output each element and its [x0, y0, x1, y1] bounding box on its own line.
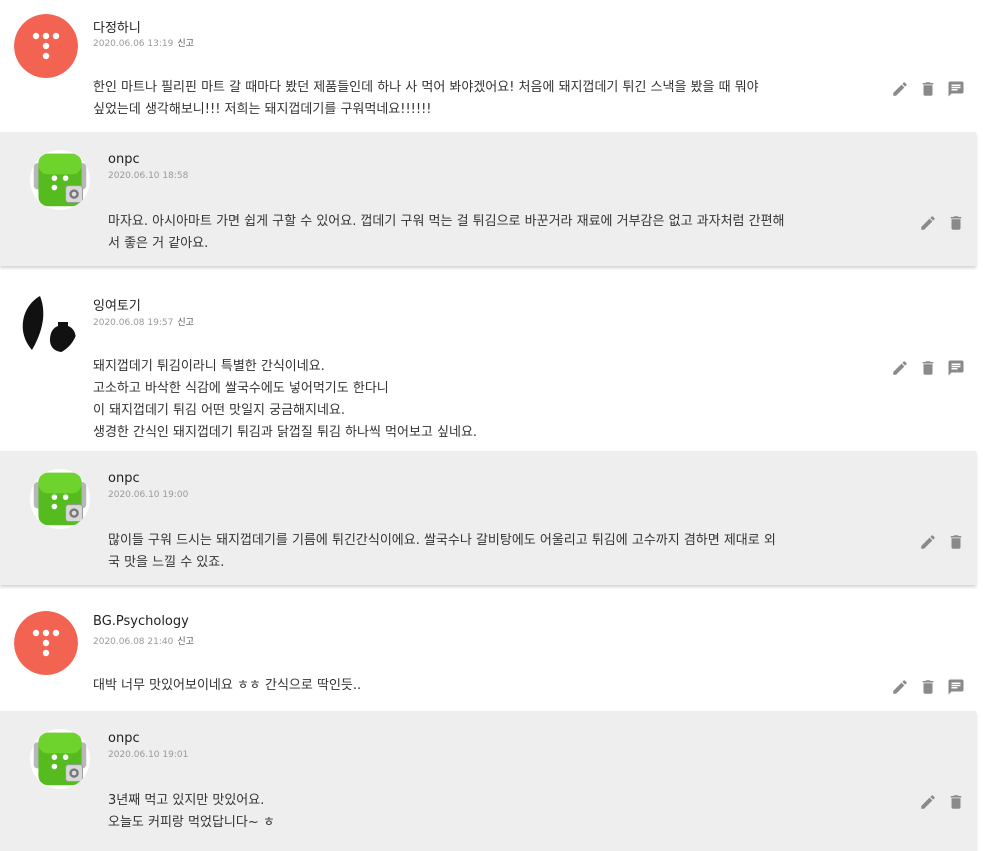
comment-icon[interactable]	[947, 359, 965, 377]
pin-avatar-icon	[14, 14, 78, 78]
reply-actions	[919, 214, 965, 232]
pencil-icon[interactable]	[891, 359, 909, 377]
report-link[interactable]: 신고	[177, 39, 194, 49]
pencil-icon[interactable]	[919, 214, 937, 232]
reply: onpc 2020.06.10 19:01 3년째 먹고 있지만 맛있어요. 오…	[0, 711, 976, 851]
reply-text: 3년째 먹고 있지만 맛있어요. 오늘도 커피랑 먹었답니다~ ㅎ	[108, 793, 275, 830]
comment-actions	[891, 678, 965, 696]
comment-date: 2020.06.08 19:57	[93, 318, 174, 328]
comment-text: 한인 마트나 필리핀 마트 갈 때마다 봤던 제품들인데 하나 사 먹어 봐야겠…	[93, 80, 759, 117]
reply-date: 2020.06.10 19:01	[108, 750, 189, 760]
robot-avatar-icon	[30, 469, 90, 529]
trash-icon[interactable]	[947, 214, 965, 232]
reply-text: 마자요. 아시아마트 가면 쉽게 구할 수 있어요. 껍데기 구워 먹는 걸 튀…	[108, 214, 785, 251]
pin-avatar-icon	[14, 611, 78, 675]
comment-icon[interactable]	[947, 80, 965, 98]
ink-avatar-icon	[14, 292, 78, 356]
comment: BG.Psychology 2020.06.08 21:40 신고 대박 너무 맛…	[0, 597, 983, 711]
reply: onpc 2020.06.10 19:00 많이들 구워 드시는 돼지껍데기를 …	[0, 451, 976, 585]
avatar[interactable]	[30, 150, 90, 210]
comment: 잉여토기 2020.06.08 19:57 신고 돼지껍데기 튀김이라니 특별한 …	[0, 278, 983, 451]
comment-date: 2020.06.08 21:40	[93, 637, 174, 647]
comment-author[interactable]: 잉여토기	[93, 295, 141, 314]
comment-author[interactable]: BG.Psychology	[93, 614, 189, 629]
reply-text: 많이들 구워 드시는 돼지껍데기를 기름에 튀긴간식이에요. 쌀국수나 갈비탕에…	[108, 533, 776, 570]
trash-icon[interactable]	[919, 678, 937, 696]
comment-thread: 다정하니 2020.06.06 13:19 신고 한인 마트나 필리핀 마트 갈 …	[0, 0, 983, 851]
reply-actions	[919, 533, 965, 551]
report-link[interactable]: 신고	[177, 637, 194, 647]
reply-actions	[919, 793, 965, 811]
avatar[interactable]	[30, 469, 90, 529]
comment-meta: 2020.06.08 21:40 신고	[93, 634, 194, 647]
trash-icon[interactable]	[919, 359, 937, 377]
comment-icon[interactable]	[947, 678, 965, 696]
robot-avatar-icon	[30, 150, 90, 210]
comment-author[interactable]: 다정하니	[93, 17, 141, 36]
pencil-icon[interactable]	[891, 80, 909, 98]
comment-text: 대박 너무 맛있어보이네요 ㅎㅎ 간식으로 딱인듯..	[93, 678, 362, 693]
reply-author[interactable]: onpc	[108, 731, 140, 746]
reply-author[interactable]: onpc	[108, 471, 140, 486]
thread-spacer	[0, 266, 983, 278]
comment: 다정하니 2020.06.06 13:19 신고 한인 마트나 필리핀 마트 갈 …	[0, 0, 983, 132]
pencil-icon[interactable]	[919, 533, 937, 551]
trash-icon[interactable]	[947, 533, 965, 551]
comment-text: 돼지껍데기 튀김이라니 특별한 간식이네요. 고소하고 바삭한 식감에 쌀국수에…	[93, 359, 478, 440]
robot-avatar-icon	[30, 729, 90, 789]
avatar[interactable]	[30, 729, 90, 789]
report-link[interactable]: 신고	[177, 318, 194, 328]
thread-spacer	[0, 585, 983, 597]
comment-date: 2020.06.06 13:19	[93, 39, 174, 49]
avatar[interactable]	[14, 611, 78, 675]
pencil-icon[interactable]	[891, 678, 909, 696]
reply-date: 2020.06.10 18:58	[108, 171, 189, 181]
reply: onpc 2020.06.10 18:58 마자요. 아시아마트 가면 쉽게 구…	[0, 132, 976, 266]
comment-actions	[891, 359, 965, 377]
pencil-icon[interactable]	[919, 793, 937, 811]
comment-meta: 2020.06.08 19:57 신고	[93, 315, 194, 328]
avatar[interactable]	[14, 14, 78, 78]
comment-meta: 2020.06.06 13:19 신고	[93, 36, 194, 49]
reply-date: 2020.06.10 19:00	[108, 490, 189, 500]
avatar[interactable]	[14, 292, 78, 356]
comment-actions	[891, 80, 965, 98]
trash-icon[interactable]	[947, 793, 965, 811]
reply-author[interactable]: onpc	[108, 152, 140, 167]
trash-icon[interactable]	[919, 80, 937, 98]
